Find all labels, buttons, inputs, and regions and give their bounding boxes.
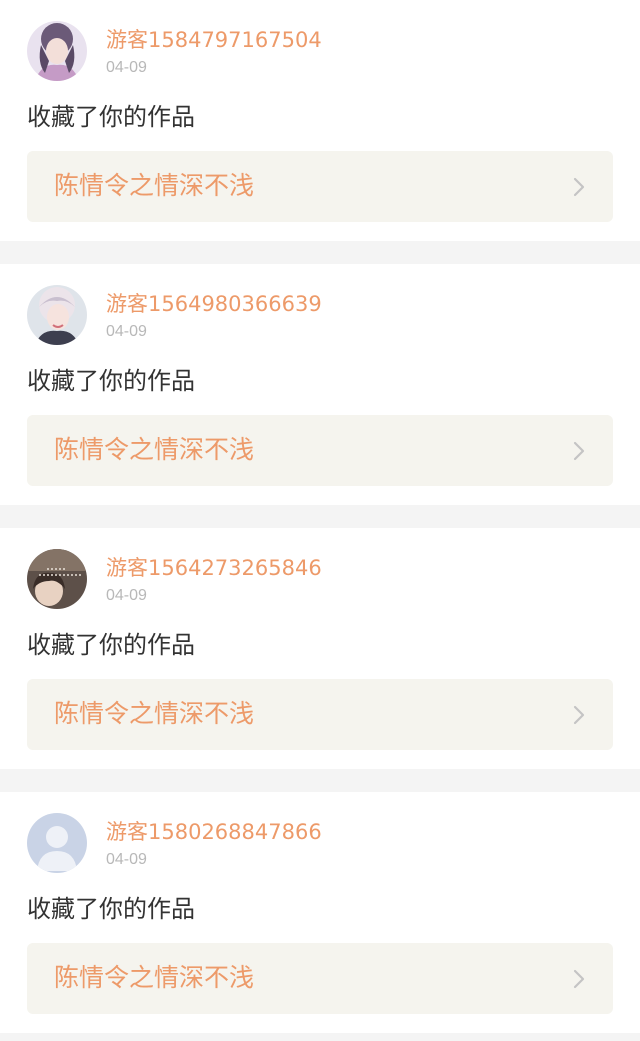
username[interactable]: 游客1564980366639 — [106, 290, 322, 318]
work-link[interactable]: 陈情令之情深不浅 — [27, 151, 613, 222]
chevron-right-icon — [573, 705, 585, 725]
avatar-photo-icon — [27, 285, 87, 345]
chevron-right-icon — [573, 441, 585, 461]
user-avatar[interactable] — [27, 549, 87, 609]
notification-feed: 游客1584797167504 04-09 收藏了你的作品 陈情令之情深不浅 游… — [0, 0, 640, 1033]
work-link[interactable]: 陈情令之情深不浅 — [27, 679, 613, 750]
username[interactable]: 游客1584797167504 — [106, 26, 322, 54]
work-link[interactable]: 陈情令之情深不浅 — [27, 943, 613, 1014]
timestamp: 04-09 — [106, 851, 147, 868]
user-avatar[interactable] — [27, 813, 87, 873]
user-avatar[interactable] — [27, 285, 87, 345]
timestamp: 04-09 — [106, 323, 147, 340]
work-title: 陈情令之情深不浅 — [54, 435, 255, 464]
action-text: 收藏了你的作品 — [27, 103, 195, 131]
action-text: 收藏了你的作品 — [27, 367, 195, 395]
avatar-photo-icon — [27, 549, 87, 609]
notification-card: 游客1580268847866 04-09 收藏了你的作品 陈情令之情深不浅 — [0, 792, 640, 1033]
timestamp: 04-09 — [106, 59, 147, 76]
username[interactable]: 游客1580268847866 — [106, 818, 322, 846]
chevron-right-icon — [573, 969, 585, 989]
work-link[interactable]: 陈情令之情深不浅 — [27, 415, 613, 486]
user-avatar[interactable] — [27, 21, 87, 81]
notification-card: 游客1564980366639 04-09 收藏了你的作品 陈情令之情深不浅 — [0, 264, 640, 505]
avatar-photo-icon — [27, 21, 87, 81]
default-user-icon — [27, 813, 87, 873]
action-text: 收藏了你的作品 — [27, 895, 195, 923]
timestamp: 04-09 — [106, 587, 147, 604]
chevron-right-icon — [573, 177, 585, 197]
notification-card: 游客1564273265846 04-09 收藏了你的作品 陈情令之情深不浅 — [0, 528, 640, 769]
work-title: 陈情令之情深不浅 — [54, 171, 255, 200]
username[interactable]: 游客1564273265846 — [106, 554, 322, 582]
notification-card: 游客1584797167504 04-09 收藏了你的作品 陈情令之情深不浅 — [0, 0, 640, 241]
work-title: 陈情令之情深不浅 — [54, 699, 255, 728]
work-title: 陈情令之情深不浅 — [54, 963, 255, 992]
action-text: 收藏了你的作品 — [27, 631, 195, 659]
